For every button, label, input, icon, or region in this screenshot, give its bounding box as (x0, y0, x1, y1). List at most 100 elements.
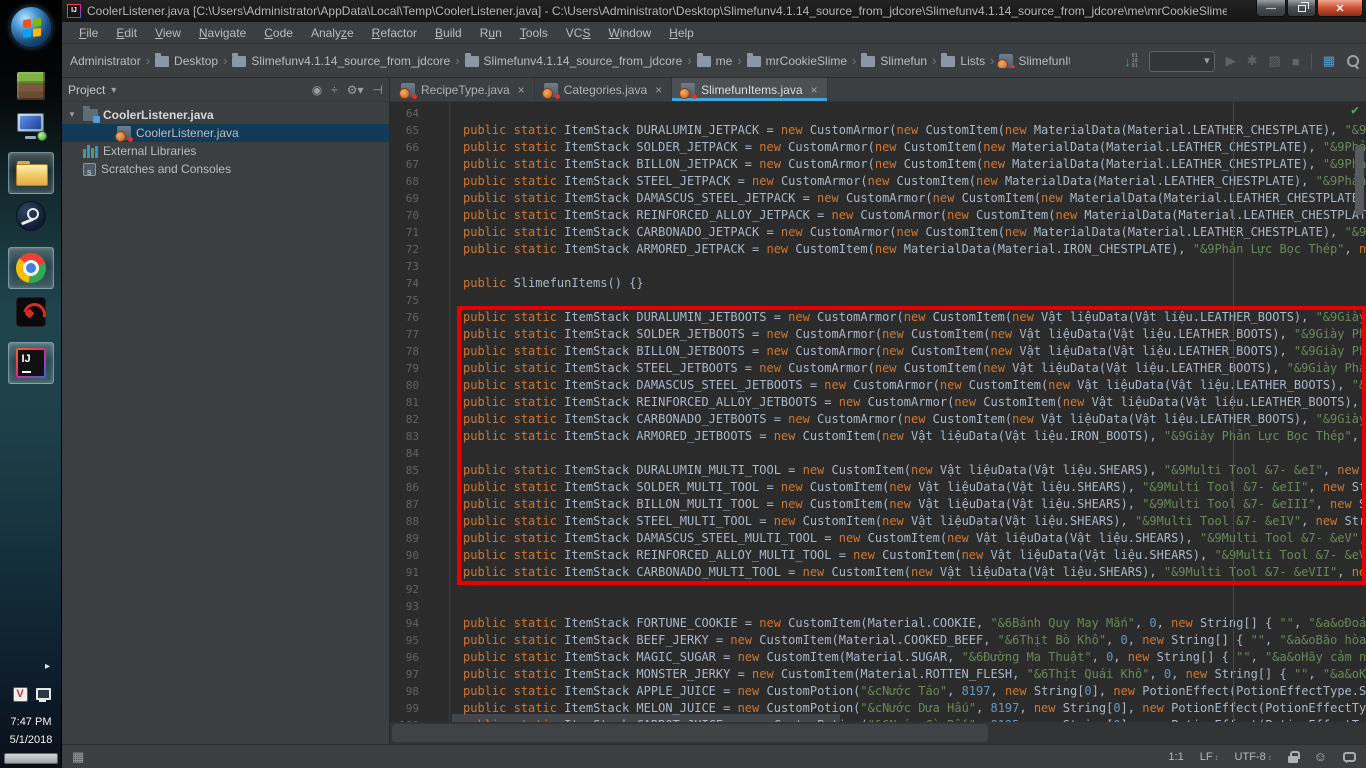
editor[interactable]: 6465666768697071727374757677787980818283… (390, 102, 1366, 722)
hide-panel-icon[interactable]: ⊣ (373, 83, 383, 97)
tab-close-icon[interactable]: × (655, 83, 662, 97)
stop-icon[interactable]: ■ (1292, 54, 1300, 69)
line-number[interactable]: 65 (390, 122, 449, 139)
taskbar-steam-button[interactable] (16, 201, 46, 231)
breadcrumb-item[interactable]: Administrator (70, 54, 141, 68)
code-line[interactable]: public static ItemStack MONSTER_JERKY = … (463, 666, 1366, 683)
tab-slimefunitems-java[interactable]: SlimefunItems.java× (672, 78, 827, 101)
line-number[interactable]: 91 (390, 564, 449, 581)
line-number[interactable]: 74 (390, 275, 449, 292)
line-number[interactable]: 81 (390, 394, 449, 411)
line-number[interactable]: 88 (390, 513, 449, 530)
breadcrumb-item[interactable]: Slimefun (861, 54, 927, 68)
code-line[interactable]: public static ItemStack CARBONADO_JETPAC… (463, 224, 1366, 241)
tree-item-coolerlistener-java[interactable]: CoolerListener.java (62, 124, 389, 142)
run-icon[interactable]: ▶ (1226, 53, 1236, 69)
breadcrumb-item[interactable]: Slimefunv4.1.14_source_from_jdcore (232, 54, 450, 68)
breadcrumb-item[interactable]: Desktop (155, 54, 218, 68)
restore-layout-icon[interactable]: ▦ (1323, 53, 1335, 69)
breadcrumb-item[interactable]: SlimefunItems.java (999, 54, 1070, 68)
menu-vcs[interactable]: VCS (557, 22, 600, 44)
locate-file-icon[interactable]: ◉ (312, 83, 322, 97)
menu-window[interactable]: Window (599, 22, 660, 44)
line-number[interactable]: 79 (390, 360, 449, 377)
collapse-all-icon[interactable]: ÷ (331, 83, 338, 97)
breadcrumb-item[interactable]: Lists (941, 54, 985, 68)
debug-icon[interactable]: ✱ (1247, 53, 1258, 69)
code-line[interactable]: public SlimefunItems() {} (463, 275, 1366, 292)
line-number[interactable]: 95 (390, 632, 449, 649)
taskbar-remote-desktop-button[interactable] (14, 112, 48, 142)
encoding-widget[interactable]: UTF-8↕ (1235, 751, 1272, 763)
tree-item-scratches-and-consoles[interactable]: Scratches and Consoles (62, 160, 389, 178)
line-number[interactable]: 92 (390, 581, 449, 598)
horizontal-scrollbar[interactable] (390, 722, 1366, 744)
search-everywhere-icon[interactable] (1346, 54, 1360, 68)
code-line[interactable] (463, 598, 1366, 615)
code-line[interactable]: public static ItemStack ARMORED_JETPACK … (463, 241, 1366, 258)
taskbar-start-button[interactable] (10, 6, 52, 48)
expand-arrow-icon[interactable]: ▼ (66, 106, 78, 124)
sync-lines-icon[interactable]: ↓011001 (1124, 54, 1138, 69)
code-line[interactable]: public static ItemStack BILLON_JETPACK =… (463, 156, 1366, 173)
code-line[interactable]: public static ItemStack MAGIC_SUGAR = ne… (463, 649, 1366, 666)
line-number[interactable]: 64 (390, 105, 449, 122)
code-line[interactable]: public static ItemStack SOLDER_JETPACK =… (463, 139, 1366, 156)
line-number[interactable]: 72 (390, 241, 449, 258)
menu-help[interactable]: Help (660, 22, 703, 44)
tab-categories-java[interactable]: Categories.java× (535, 78, 672, 101)
line-number[interactable]: 71 (390, 224, 449, 241)
line-number[interactable]: 86 (390, 479, 449, 496)
tab-recipetype-java[interactable]: RecipeType.java× (392, 78, 535, 101)
gear-icon[interactable]: ⚙▾ (347, 83, 364, 97)
taskbar-clock-date[interactable]: 5/1/2018 (0, 734, 62, 746)
code-line[interactable]: public static ItemStack REINFORCED_ALLOY… (463, 207, 1366, 224)
line-number[interactable]: 89 (390, 530, 449, 547)
menu-code[interactable]: Code (255, 22, 302, 44)
line-number[interactable]: 98 (390, 683, 449, 700)
code-line[interactable]: public static ItemStack APPLE_JUICE = ne… (463, 683, 1366, 700)
line-number[interactable]: 77 (390, 326, 449, 343)
menu-build[interactable]: Build (426, 22, 471, 44)
caret-position[interactable]: 1:1 (1168, 751, 1183, 763)
line-number[interactable]: 99 (390, 700, 449, 717)
vietkey-tray-icon[interactable]: V (13, 687, 28, 702)
line-number[interactable]: 70 (390, 207, 449, 224)
minimize-button[interactable]: — (1256, 0, 1286, 17)
menu-edit[interactable]: Edit (107, 22, 146, 44)
line-number[interactable]: 97 (390, 666, 449, 683)
menu-view[interactable]: View (146, 22, 190, 44)
line-number[interactable]: 87 (390, 496, 449, 513)
line-number[interactable]: 83 (390, 428, 449, 445)
taskbar-file-explorer-button[interactable] (8, 152, 54, 194)
line-number[interactable]: 84 (390, 445, 449, 462)
vertical-scrollbar-thumb[interactable] (1355, 145, 1364, 215)
chevron-down-icon[interactable]: ▼ (109, 85, 118, 95)
code-line[interactable]: public static ItemStack STEEL_JETPACK = … (463, 173, 1366, 190)
menu-navigate[interactable]: Navigate (190, 22, 255, 44)
breadcrumb-item[interactable]: mrCookieSlime (747, 54, 847, 68)
line-separator-widget[interactable]: LF↕ (1200, 751, 1219, 763)
line-number[interactable]: 66 (390, 139, 449, 156)
line-number[interactable]: 94 (390, 615, 449, 632)
line-number[interactable]: 90 (390, 547, 449, 564)
code-line[interactable] (463, 105, 1366, 122)
menu-tools[interactable]: Tools (511, 22, 557, 44)
taskbar-chrome-button[interactable] (8, 247, 54, 289)
code-line[interactable]: public static ItemStack DAMASCUS_STEEL_J… (463, 190, 1366, 207)
line-number[interactable]: 75 (390, 292, 449, 309)
code-line[interactable]: public static ItemStack DURALUMIN_JETPAC… (463, 122, 1366, 139)
breadcrumb-item[interactable]: Slimefunv4.1.14_source_from_jdcore (465, 54, 683, 68)
line-number[interactable]: 69 (390, 190, 449, 207)
menu-analyze[interactable]: Analyze (302, 22, 363, 44)
menu-run[interactable]: Run (471, 22, 511, 44)
horizontal-scrollbar-thumb[interactable] (392, 724, 988, 742)
line-number[interactable]: 82 (390, 411, 449, 428)
tree-item-coolerlistener-java[interactable]: ▼CoolerListener.java (62, 106, 389, 124)
restore-button[interactable] (1287, 0, 1316, 17)
line-number[interactable]: 73 (390, 258, 449, 275)
hector-inspections-icon[interactable]: ☺ (1314, 749, 1327, 764)
tab-close-icon[interactable]: × (811, 83, 818, 97)
code-line[interactable]: public static ItemStack MELON_JUICE = ne… (463, 700, 1366, 717)
taskbar-clock-time[interactable]: 7:47 PM (0, 716, 62, 728)
